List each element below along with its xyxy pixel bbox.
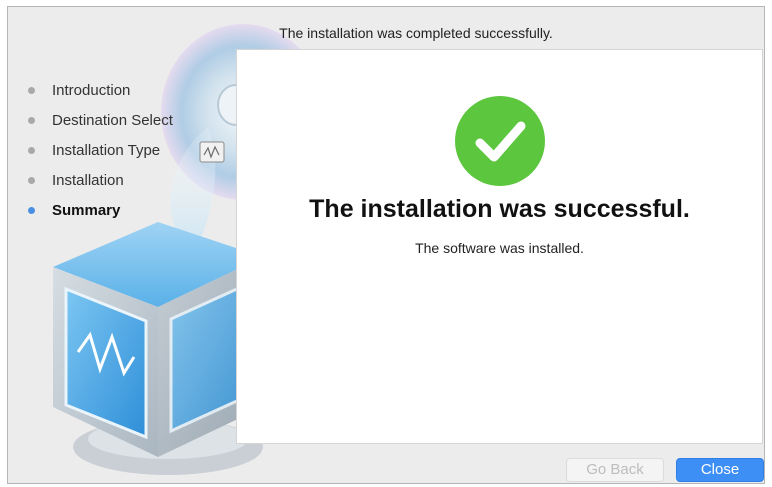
step-introduction: Introduction [28,75,173,105]
step-label: Installation [52,171,124,189]
success-title: The installation was successful. [309,195,690,223]
checkmark-circle-icon [455,96,545,186]
step-bullet [28,146,35,154]
step-label: Introduction [52,81,131,99]
summary-panel: The installation was successful. The sof… [236,49,763,444]
step-destination-select: Destination Select [28,105,173,135]
step-summary: Summary [28,195,173,225]
step-installation: Installation [28,165,173,195]
success-subtitle: The software was installed. [415,240,584,256]
step-bullet [28,86,35,94]
step-bullet [28,176,35,184]
step-label: Destination Select [52,111,173,129]
installer-steps-list: Introduction Destination Select Installa… [28,75,173,225]
go-back-button[interactable]: Go Back [566,458,664,482]
installer-window: The installation was completed successfu… [7,6,765,484]
step-bullet-active [28,206,35,214]
step-label: Installation Type [52,141,161,159]
header-title: The installation was completed successfu… [279,25,553,41]
close-button[interactable]: Close [676,458,764,482]
step-bullet [28,116,35,124]
step-label: Summary [52,201,121,219]
step-installation-type: Installation Type [28,135,173,165]
